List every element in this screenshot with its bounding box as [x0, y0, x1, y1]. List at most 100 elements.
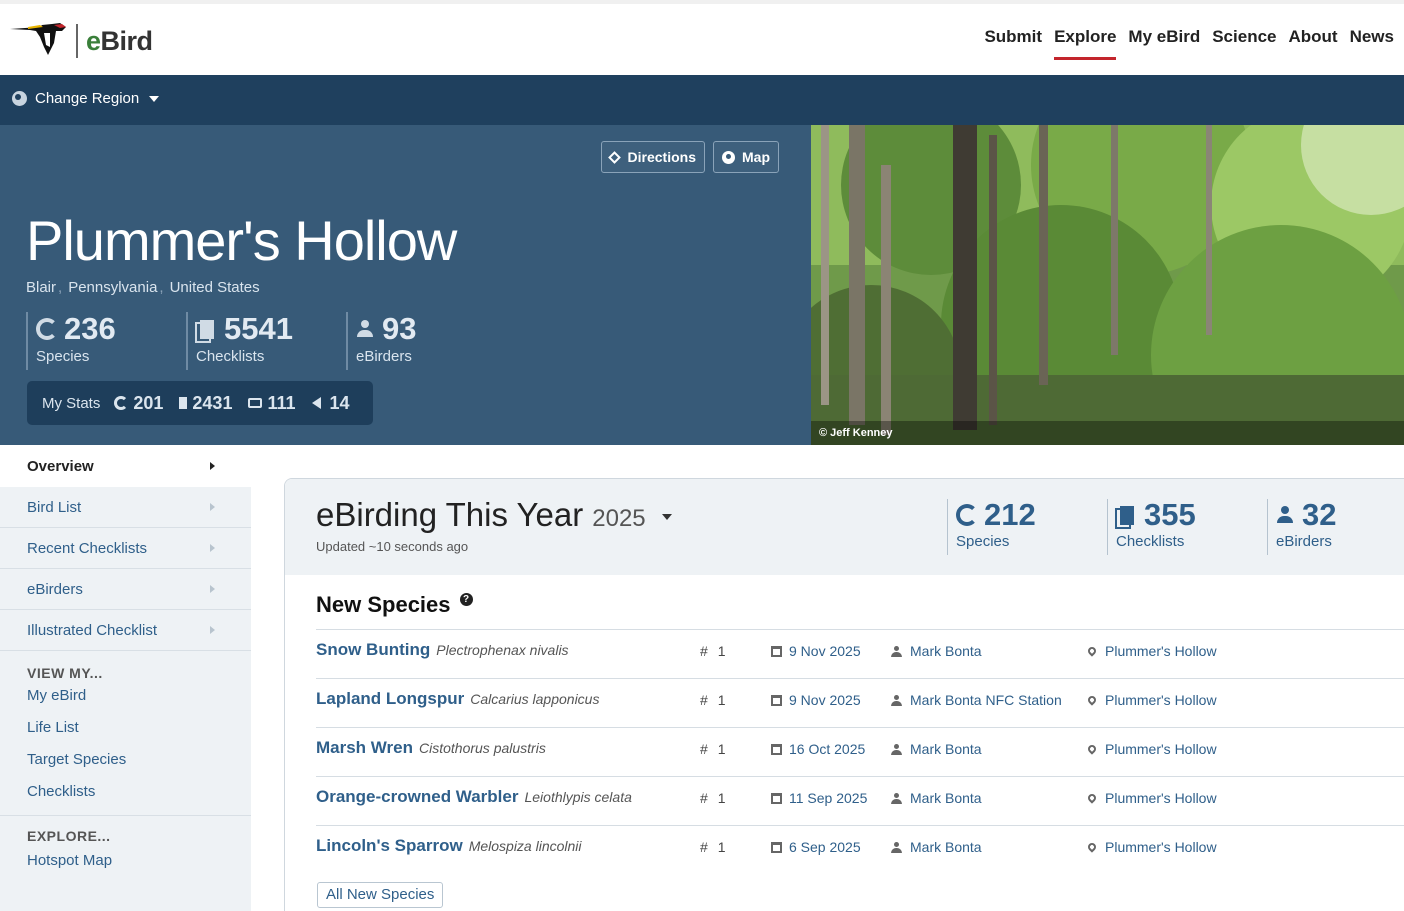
- map-button[interactable]: Map: [713, 141, 779, 173]
- breadcrumb-county[interactable]: Blair: [26, 279, 56, 296]
- year-stat-species[interactable]: 212 Species: [947, 499, 1107, 555]
- stat-ebirders[interactable]: 93 eBirders: [346, 312, 506, 370]
- user-icon: [891, 841, 902, 853]
- stat-ebirders-label: eBirders: [356, 348, 412, 365]
- species-count: #1: [700, 790, 726, 806]
- year-stat-checklists[interactable]: 355 Checklists: [1107, 499, 1267, 555]
- directions-icon: [607, 150, 621, 164]
- location-link[interactable]: Plummer's Hollow: [1086, 839, 1217, 855]
- stat-checklists-label: Checklists: [196, 348, 265, 365]
- nav-about[interactable]: About: [1282, 26, 1343, 60]
- user-icon: [891, 792, 902, 804]
- observer-link[interactable]: Mark Bonta: [891, 643, 982, 659]
- checklist-date-link[interactable]: 6 Sep 2025: [771, 839, 861, 855]
- sidebar-link-target-species[interactable]: Target Species: [0, 749, 251, 781]
- nav-science[interactable]: Science: [1206, 26, 1282, 60]
- top-header: eBird Submit Explore My eBird Science Ab…: [0, 0, 1404, 75]
- observer-link[interactable]: Mark Bonta: [891, 790, 982, 806]
- person-icon: [356, 320, 374, 338]
- year-stats: 212 Species 355 Checklists 32 eBirders: [947, 499, 1404, 555]
- sidebar-item-recent-checklists[interactable]: Recent Checklists: [0, 528, 251, 569]
- page-title: Plummer's Hollow: [26, 209, 457, 272]
- chevron-right-icon: [210, 503, 215, 511]
- species-count: #1: [700, 643, 726, 659]
- checklist-date-link[interactable]: 11 Sep 2025: [771, 790, 867, 806]
- nav-explore[interactable]: Explore: [1048, 26, 1122, 60]
- my-stats-species[interactable]: 201: [114, 393, 163, 414]
- species-link[interactable]: Lincoln's Sparrow Melospiza lincolnii: [316, 836, 582, 856]
- checklist-date-link[interactable]: 9 Nov 2025: [771, 692, 861, 708]
- photo-credit: © Jeff Kenney: [811, 421, 1404, 445]
- help-icon[interactable]: ?: [459, 592, 473, 606]
- my-stats-photos[interactable]: 111: [248, 393, 296, 414]
- sidebar-link-life-list[interactable]: Life List: [0, 717, 251, 749]
- species-count: #1: [700, 839, 726, 855]
- directions-button[interactable]: Directions: [600, 141, 705, 173]
- user-icon: [891, 694, 902, 706]
- location-link[interactable]: Plummer's Hollow: [1086, 790, 1217, 806]
- stat-species[interactable]: 236 Species: [26, 312, 186, 370]
- updated-text: Updated ~10 seconds ago: [316, 539, 469, 554]
- logo-divider: [76, 24, 78, 58]
- year-stat-ebirders[interactable]: 32 eBirders: [1267, 499, 1404, 555]
- location-pin-icon: [1086, 743, 1098, 755]
- observer-link[interactable]: Mark Bonta: [891, 741, 982, 757]
- checklist-icon: [200, 319, 214, 339]
- chevron-right-icon: [210, 462, 215, 470]
- location-pin-icon: [1086, 645, 1098, 657]
- speaker-icon: [311, 397, 321, 409]
- list-item: Lapland Longspur Calcarius lapponicus #1 …: [316, 678, 1404, 727]
- sidebar-link-checklists[interactable]: Checklists: [0, 781, 251, 813]
- nav-news[interactable]: News: [1344, 26, 1400, 60]
- hotspot-stats: 236 Species 5541 Checklists 93 eBirders: [26, 312, 506, 370]
- my-stats-label: My Stats: [42, 394, 101, 412]
- map-pin-icon: [722, 150, 735, 164]
- sidebar-item-overview[interactable]: Overview: [0, 445, 251, 487]
- calendar-icon: [771, 841, 782, 853]
- sidebar-link-my-ebird[interactable]: My eBird: [0, 685, 251, 717]
- calendar-icon: [771, 743, 782, 755]
- species-count: #1: [700, 741, 726, 757]
- ebird-logo[interactable]: eBird: [10, 20, 153, 62]
- my-stats-checklists[interactable]: 2431: [179, 393, 232, 414]
- hotspot-hero: Directions Map Plummer's Hollow Blair, Pe…: [0, 125, 811, 445]
- species-link[interactable]: Lapland Longspur Calcarius lapponicus: [316, 689, 599, 709]
- my-stats-bar: My Stats 201 2431 111 14: [27, 381, 373, 425]
- chevron-right-icon: [210, 544, 215, 552]
- hotspot-photo[interactable]: © Jeff Kenney: [811, 125, 1404, 445]
- my-stats-audio[interactable]: 14: [311, 393, 350, 414]
- checklist-date-link[interactable]: 16 Oct 2025: [771, 741, 865, 757]
- view-my-heading: VIEW MY...: [27, 665, 103, 681]
- checklist-date-link[interactable]: 9 Nov 2025: [771, 643, 861, 659]
- checklist-icon: [1120, 505, 1134, 525]
- location-pin-icon: [1086, 694, 1098, 706]
- sidebar-item-ebirders[interactable]: eBirders: [0, 569, 251, 610]
- chevron-down-icon: [661, 514, 672, 520]
- year-title-text: eBirding This Year: [316, 496, 584, 533]
- all-new-species-button[interactable]: All New Species: [317, 882, 444, 908]
- nav-my-ebird[interactable]: My eBird: [1122, 26, 1206, 60]
- sidebar-item-illustrated-checklist[interactable]: Illustrated Checklist: [0, 610, 251, 651]
- list-item: Lincoln's Sparrow Melospiza lincolnii #1 …: [316, 825, 1404, 874]
- species-link[interactable]: Orange-crowned Warbler Leiothlypis celata: [316, 787, 632, 807]
- year-select[interactable]: 2025: [592, 505, 672, 533]
- species-link[interactable]: Marsh Wren Cistothorus palustris: [316, 738, 546, 758]
- chevron-right-icon: [210, 626, 215, 634]
- sidebar-link-hotspot-map[interactable]: Hotspot Map: [0, 850, 251, 882]
- observer-link[interactable]: Mark Bonta: [891, 839, 982, 855]
- map-label: Map: [742, 149, 770, 165]
- breadcrumb-country[interactable]: United States: [170, 279, 260, 296]
- location-link[interactable]: Plummer's Hollow: [1086, 643, 1217, 659]
- observer-link[interactable]: Mark Bonta NFC Station: [891, 692, 1062, 708]
- location-link[interactable]: Plummer's Hollow: [1086, 692, 1217, 708]
- chevron-down-icon: [149, 95, 160, 102]
- stat-checklists[interactable]: 5541 Checklists: [186, 312, 346, 370]
- sidebar-item-bird-list[interactable]: Bird List: [0, 487, 251, 528]
- breadcrumb-state[interactable]: Pennsylvania: [68, 279, 157, 296]
- nav-submit[interactable]: Submit: [978, 26, 1048, 60]
- stat-species-value: 236: [64, 311, 116, 346]
- location-link[interactable]: Plummer's Hollow: [1086, 741, 1217, 757]
- species-link[interactable]: Snow Bunting Plectrophenax nivalis: [316, 640, 569, 660]
- change-region-button[interactable]: Change Region: [12, 90, 160, 107]
- list-item: Snow Bunting Plectrophenax nivalis #1 9 N…: [316, 629, 1404, 678]
